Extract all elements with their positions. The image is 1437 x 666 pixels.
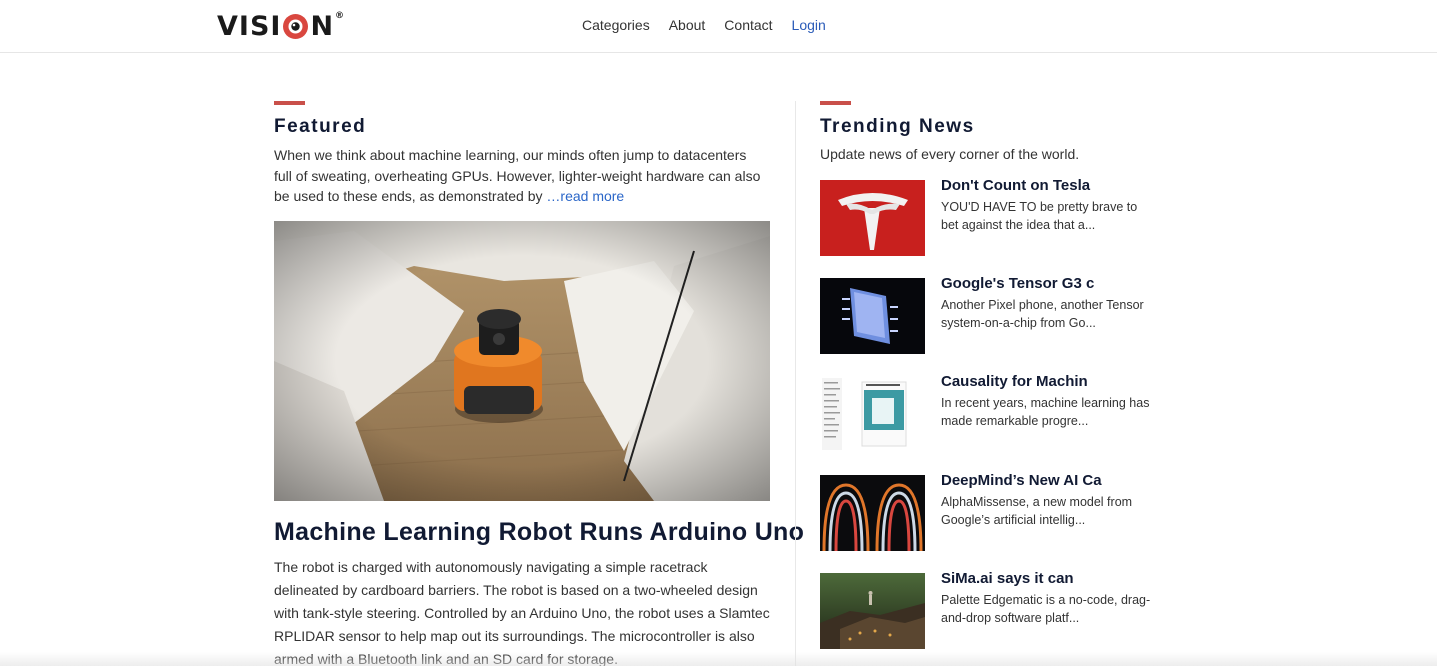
trending-accent-bar bbox=[820, 101, 851, 105]
trending-title[interactable]: SiMa.ai says it can bbox=[941, 570, 1074, 587]
site-header: VISI N ® Categories About Contact Login bbox=[0, 0, 1437, 53]
trending-title[interactable]: Causality for Machin bbox=[941, 373, 1088, 390]
trending-thumbnail[interactable] bbox=[820, 376, 925, 452]
trending-item[interactable]: Don't Count on Tesla YOU'D HAVE TO be pr… bbox=[820, 177, 1160, 256]
featured-accent-bar bbox=[274, 101, 305, 105]
robot-photo bbox=[274, 221, 770, 501]
trending-section-title: Trending News bbox=[820, 116, 975, 137]
trending-desc: Palette Edgematic is a no-code, drag-and… bbox=[941, 593, 1151, 625]
eye-icon bbox=[283, 13, 309, 39]
book-pages-image bbox=[820, 376, 925, 452]
nav-contact[interactable]: Contact bbox=[724, 17, 772, 33]
trending-desc: In recent years, machine learning has ma… bbox=[941, 396, 1150, 428]
featured-intro: When we think about machine learning, ou… bbox=[274, 145, 764, 207]
tesla-logo-image bbox=[820, 180, 925, 256]
trending-item[interactable]: Causality for Machin In recent years, ma… bbox=[820, 373, 1160, 452]
featured-intro-text: When we think about machine learning, ou… bbox=[274, 147, 761, 205]
trending-thumbnail[interactable] bbox=[820, 278, 925, 354]
featured-section-title: Featured bbox=[274, 116, 367, 137]
logo-text-left: VISI bbox=[217, 10, 282, 42]
trending-desc: YOU'D HAVE TO be pretty brave to bet aga… bbox=[941, 200, 1138, 232]
protein-art-image bbox=[820, 475, 925, 551]
logo-wordmark: VISI N ® bbox=[217, 10, 346, 42]
nav-login[interactable]: Login bbox=[792, 17, 826, 33]
registered-mark: ® bbox=[335, 10, 346, 21]
tensor-chip-image bbox=[820, 278, 925, 354]
featured-headline[interactable]: Machine Learning Robot Runs Arduino Uno bbox=[274, 518, 804, 547]
trending-title[interactable]: Google's Tensor G3 c bbox=[941, 275, 1094, 292]
trending-desc: Another Pixel phone, another Tensor syst… bbox=[941, 298, 1144, 330]
trending-item[interactable]: DeepMind’s New AI Ca AlphaMissense, a ne… bbox=[820, 472, 1160, 551]
trending-subtitle: Update news of every corner of the world… bbox=[820, 146, 1080, 162]
trending-item[interactable]: Google's Tensor G3 c Another Pixel phone… bbox=[820, 275, 1160, 354]
trending-title[interactable]: DeepMind’s New AI Ca bbox=[941, 472, 1102, 489]
trending-thumbnail[interactable] bbox=[820, 573, 925, 649]
trending-thumbnail[interactable] bbox=[820, 475, 925, 551]
read-more-link[interactable]: …read more bbox=[546, 188, 624, 204]
site-logo[interactable]: VISI N ® bbox=[217, 11, 345, 41]
trending-title[interactable]: Don't Count on Tesla bbox=[941, 177, 1090, 194]
logo-text-right: N bbox=[310, 10, 335, 42]
circuit-landscape-image bbox=[820, 573, 925, 649]
main-nav: Categories About Contact Login bbox=[582, 17, 826, 33]
trending-thumbnail[interactable] bbox=[820, 180, 925, 256]
nav-categories[interactable]: Categories bbox=[582, 17, 650, 33]
featured-body: The robot is charged with autonomously n… bbox=[274, 559, 770, 666]
bottom-fade bbox=[0, 652, 1437, 666]
nav-about[interactable]: About bbox=[669, 17, 706, 33]
trending-desc: AlphaMissense, a new model from Google’s… bbox=[941, 495, 1133, 527]
featured-image[interactable] bbox=[274, 221, 770, 501]
trending-item[interactable]: SiMa.ai says it can Palette Edgematic is… bbox=[820, 570, 1160, 649]
column-divider bbox=[795, 101, 796, 666]
